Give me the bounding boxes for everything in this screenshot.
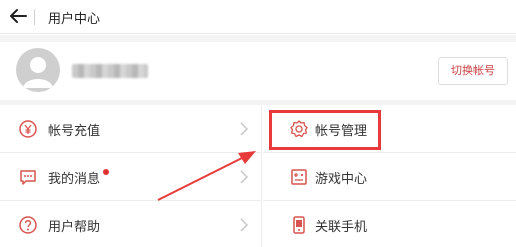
header-divider (34, 9, 35, 25)
menu-item-label: 用户帮助 (48, 220, 101, 235)
chevron-right-icon (240, 122, 249, 136)
menu-item-label: 关联手机 (315, 220, 368, 235)
switch-account-button[interactable]: 切换帐号 (438, 57, 508, 85)
profile-section: 切换帐号 (0, 42, 516, 100)
menu-item-label-wrap: 我的消息 (48, 168, 110, 187)
chevron-right-icon (240, 218, 249, 232)
page-title: 用户中心 (48, 12, 101, 27)
menu-item-recharge[interactable]: 帐号充值 (0, 105, 262, 153)
unread-dot (103, 169, 110, 175)
gamepad-icon (291, 169, 307, 185)
menu-item-label: 我的消息 (48, 172, 101, 187)
menu-item-help[interactable]: 用户帮助 (0, 201, 262, 247)
section-gap (0, 35, 516, 42)
yen-coin-icon (19, 120, 37, 138)
chevron-right-icon (240, 170, 249, 184)
menu-item-link-phone[interactable]: 关联手机 (263, 201, 516, 247)
chat-bubble-icon (20, 170, 36, 185)
user-avatar-icon (23, 57, 53, 88)
highlight-box (269, 110, 381, 150)
username-blurred (72, 64, 148, 78)
avatar[interactable] (16, 48, 60, 92)
menu-item-messages[interactable]: 我的消息 (0, 153, 262, 201)
phone-icon (293, 216, 305, 234)
menu-item-label: 帐号充值 (48, 124, 101, 139)
help-circle-icon (19, 216, 37, 234)
back-arrow-icon[interactable] (6, 4, 30, 28)
menu-item-game-center[interactable]: 游戏中心 (263, 153, 516, 201)
menu-grid: 帐号充值 我的消息 用户帮助 帐号管理 游戏中心 关联手机 (0, 105, 516, 247)
top-bar: 用户中心 (0, 0, 516, 34)
menu-item-label: 游戏中心 (315, 172, 368, 187)
